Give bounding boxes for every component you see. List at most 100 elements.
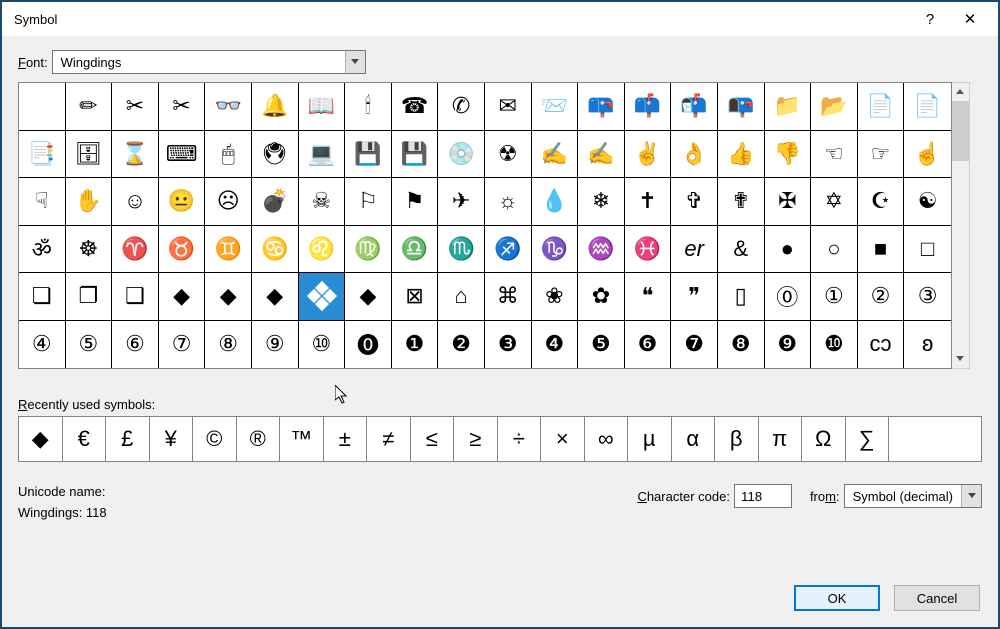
symbol-cell[interactable]: 🗄 [66,131,113,179]
symbol-cell[interactable]: ❹ [532,321,579,369]
symbol-cell[interactable]: ⑧ [205,321,252,369]
symbol-cell[interactable]: ☸ [66,226,113,274]
symbol-cell[interactable]: ☝ [904,131,951,179]
symbol-cell[interactable]: ☯ [904,178,951,226]
symbol-cell[interactable]: ✍ [578,131,625,179]
symbol-cell[interactable]: ✋ [66,178,113,226]
symbol-cell[interactable] [19,83,66,131]
symbol-cell[interactable]: 👓 [205,83,252,131]
symbol-cell[interactable]: 📄 [858,83,905,131]
symbol-cell[interactable]: ◆ [252,273,299,321]
symbol-cell[interactable]: ✉ [485,83,532,131]
symbol-cell[interactable]: ● [765,226,812,274]
symbol-cell[interactable]: 📑 [19,131,66,179]
symbol-cell[interactable]: ⑥ [112,321,159,369]
symbol-cell[interactable]: ⓪ [765,273,812,321]
symbol-cell[interactable]: ♌ [299,226,346,274]
symbol-cell[interactable]: ✠ [765,178,812,226]
recent-symbol-cell[interactable]: € [63,417,107,461]
symbol-cell[interactable]: 📭 [718,83,765,131]
symbol-grid[interactable]: ✏✂✂👓🔔📖🕯☎✆✉📨📪📫📬📭📁📂📄📄📑🗄⌛⌨🖱🖲💻💾💾💿☢✍✍✌👌👍👎☜☞☝☟… [18,82,952,369]
symbol-cell[interactable]: ◆ [205,273,252,321]
symbol-cell[interactable]: ✡ [811,178,858,226]
symbol-cell[interactable]: ✍ [532,131,579,179]
close-button[interactable]: ✕ [950,4,990,34]
symbol-cell[interactable]: ❐ [66,273,113,321]
symbol-cell[interactable]: ⚐ [345,178,392,226]
symbol-cell[interactable]: ✞ [671,178,718,226]
from-dropdown[interactable]: Symbol (decimal) [844,484,982,508]
recent-symbol-cell[interactable]: α [672,417,716,461]
symbol-cell[interactable]: ❑ [112,273,159,321]
symbol-cell[interactable]: ⑨ [252,321,299,369]
symbol-cell[interactable]: 🖱 [205,131,252,179]
symbol-cell[interactable]: ③ [904,273,951,321]
symbol-cell[interactable]: 😐 [159,178,206,226]
symbol-cell[interactable]: ◆ [159,273,206,321]
symbol-cell[interactable]: ॐ [19,226,66,274]
symbol-cell[interactable]: 💾 [392,131,439,179]
symbol-cell[interactable]: ❸ [485,321,532,369]
recent-symbol-cell[interactable]: ÷ [498,417,542,461]
symbol-cell[interactable]: ⑩ [299,321,346,369]
symbol-cell[interactable]: ❝ [625,273,672,321]
ok-button[interactable]: OK [794,585,880,611]
recent-symbol-cell[interactable]: ≥ [454,417,498,461]
recent-symbol-cell[interactable]: ± [324,417,368,461]
symbol-cell[interactable]: ❼ [671,321,718,369]
symbol-cell[interactable]: ❷ [438,321,485,369]
symbol-cell[interactable]: 👍 [718,131,765,179]
symbol-cell[interactable]: 📬 [671,83,718,131]
symbol-cell[interactable]: ⑦ [159,321,206,369]
symbol-cell[interactable]: ✈ [438,178,485,226]
recent-symbol-cell[interactable]: µ [628,417,672,461]
symbol-cell[interactable]: ❽ [718,321,765,369]
symbol-cell[interactable]: ☎ [392,83,439,131]
recent-symbol-cell[interactable]: × [541,417,585,461]
symbol-cell[interactable]: 💧 [532,178,579,226]
symbol-cell[interactable]: ⌘ [485,273,532,321]
symbol-cell[interactable]: 📖 [299,83,346,131]
recent-symbol-cell[interactable]: ® [237,417,281,461]
symbol-cell[interactable]: ❄ [578,178,625,226]
symbol-cell[interactable]: 💣 [252,178,299,226]
symbol-cell[interactable]: 🕯 [345,83,392,131]
symbol-cell[interactable]: 💾 [345,131,392,179]
scroll-thumb[interactable] [952,101,969,161]
symbol-cell[interactable]: ✿ [578,273,625,321]
symbol-cell[interactable]: 📪 [578,83,625,131]
symbol-cell[interactable]: ✏ [66,83,113,131]
scroll-up-button[interactable] [952,83,969,101]
symbol-cell[interactable]: 👎 [765,131,812,179]
symbol-cell[interactable]: ☢ [485,131,532,179]
symbol-cell[interactable]: ♓ [625,226,672,274]
symbol-cell[interactable]: ❻ [625,321,672,369]
symbol-cell[interactable]: ✂ [112,83,159,131]
symbol-cell[interactable]: ① [811,273,858,321]
font-dropdown-arrow[interactable] [345,51,365,73]
recent-symbol-cell[interactable] [889,417,981,461]
symbol-cell[interactable]: 📨 [532,83,579,131]
recent-symbol-cell[interactable]: © [193,417,237,461]
symbol-cell[interactable]: ♊ [205,226,252,274]
symbol-cell[interactable]: ❀ [532,273,579,321]
symbol-cell[interactable]: ♈ [112,226,159,274]
symbol-cell[interactable]: ☟ [19,178,66,226]
symbol-cell[interactable]: ☼ [485,178,532,226]
symbol-cell[interactable]: 🔔 [252,83,299,131]
symbol-cell[interactable]: ○ [811,226,858,274]
symbol-cell[interactable]: ④ [19,321,66,369]
symbol-cell[interactable]: ✌ [625,131,672,179]
symbol-cell[interactable]: ⊠ [392,273,439,321]
symbol-cell[interactable]: ☜ [811,131,858,179]
symbol-cell[interactable]: ♎ [392,226,439,274]
symbol-cell[interactable]: ☞ [858,131,905,179]
symbol-cell[interactable]: ■ [858,226,905,274]
symbol-cell[interactable]: ᴄᴐ [858,321,905,369]
cancel-button[interactable]: Cancel [894,585,980,611]
symbol-cell[interactable]: 💻 [299,131,346,179]
symbol-cell[interactable]: ♋ [252,226,299,274]
symbol-cell[interactable]: & [718,226,765,274]
symbol-cell[interactable]: ☹ [205,178,252,226]
recent-symbol-cell[interactable]: Ω [802,417,846,461]
